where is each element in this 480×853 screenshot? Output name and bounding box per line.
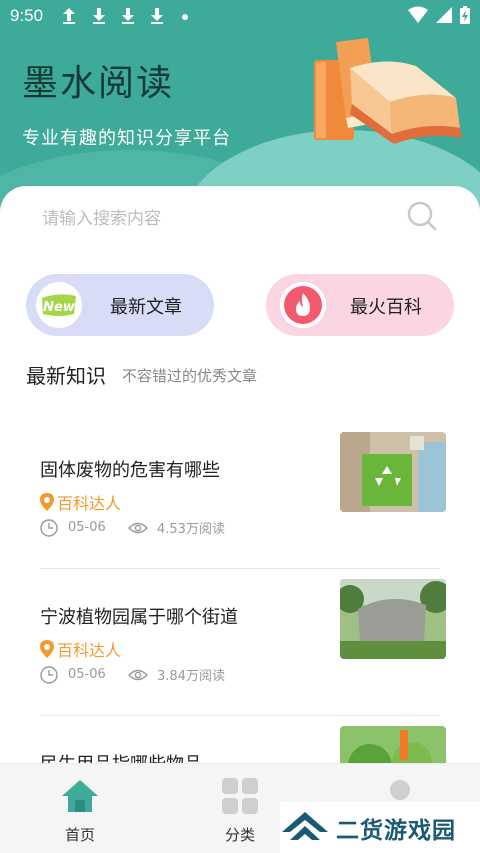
article-thumbnail[interactable] <box>340 432 446 512</box>
search-bar[interactable]: 请输入搜索内容 <box>22 196 458 238</box>
tab-category[interactable]: 分类 <box>200 778 280 845</box>
article-reads: 3.84万阅读 <box>157 669 225 684</box>
upload-icon <box>63 8 75 24</box>
fire-icon <box>280 282 326 328</box>
grid-icon <box>222 778 258 814</box>
article-author: 百科达人 <box>40 490 121 514</box>
article-list-item[interactable]: 宁波植物园属于哪个街道 百科达人 05-06 3.84万阅读 <box>0 579 480 731</box>
home-icon <box>62 780 98 812</box>
svg-text:New: New <box>43 300 76 315</box>
article-date: 05-06 <box>68 520 106 535</box>
article-meta: 05-06 4.53万阅读 <box>40 518 225 537</box>
eye-icon <box>128 522 148 533</box>
search-placeholder[interactable]: 请输入搜索内容 <box>42 204 161 229</box>
watermark-text: 二货游戏园 <box>336 817 456 844</box>
app-title: 墨水阅读 <box>22 63 175 104</box>
section-subtitle: 不容错过的优秀文章 <box>122 367 258 385</box>
search-icon[interactable] <box>406 200 438 232</box>
article-list-item[interactable]: 固体废物的危害有哪些 百科达人 05-06 4.53万阅读 <box>0 432 480 584</box>
cell-signal-icon <box>436 7 452 23</box>
new-badge-icon: New <box>36 282 82 328</box>
notification-dot-icon <box>182 14 188 20</box>
eye-icon <box>128 669 148 680</box>
list-divider <box>40 715 440 716</box>
tab-home[interactable]: 首页 <box>40 778 120 845</box>
hot-encyclopedia-button[interactable]: 最火百科 <box>266 274 454 336</box>
watermark-logo-icon <box>282 811 328 840</box>
hot-encyclopedia-label: 最火百科 <box>350 297 422 318</box>
latest-articles-button[interactable]: New 最新文章 <box>26 274 214 336</box>
list-divider <box>40 568 440 569</box>
section-title: 最新知识 <box>26 364 106 388</box>
download-icon <box>122 8 134 24</box>
tab-home-label: 首页 <box>64 826 95 844</box>
status-time: 9:50 <box>10 6 44 25</box>
location-pin-icon <box>40 493 54 511</box>
botanical-garden-stone-image <box>340 579 446 659</box>
article-thumbnail[interactable] <box>340 579 446 659</box>
download-icon <box>93 8 105 24</box>
watermark: 二货游戏园 <box>280 802 480 853</box>
article-date: 05-06 <box>68 667 106 682</box>
article-author-name: 百科达人 <box>57 494 122 513</box>
wifi-icon <box>408 6 428 23</box>
location-pin-icon <box>40 640 54 658</box>
download-icon <box>151 8 163 24</box>
clock-icon <box>40 665 58 684</box>
article-meta: 05-06 3.84万阅读 <box>40 665 225 684</box>
article-title[interactable]: 宁波植物园属于哪个街道 <box>40 603 238 629</box>
app-subtitle: 专业有趣的知识分享平台 <box>22 128 231 149</box>
recycle-bag-image <box>340 432 446 512</box>
books-illustration-icon <box>314 38 462 144</box>
article-reads: 4.53万阅读 <box>157 522 225 537</box>
article-author: 百科达人 <box>40 637 121 661</box>
latest-articles-label: 最新文章 <box>110 297 182 318</box>
battery-charging-icon <box>460 6 470 24</box>
article-author-name: 百科达人 <box>57 641 122 660</box>
status-bar: 9:50 <box>0 0 480 34</box>
clock-icon <box>40 518 58 537</box>
tab-category-label: 分类 <box>224 826 255 844</box>
article-title[interactable]: 固体废物的危害有哪些 <box>40 456 220 482</box>
